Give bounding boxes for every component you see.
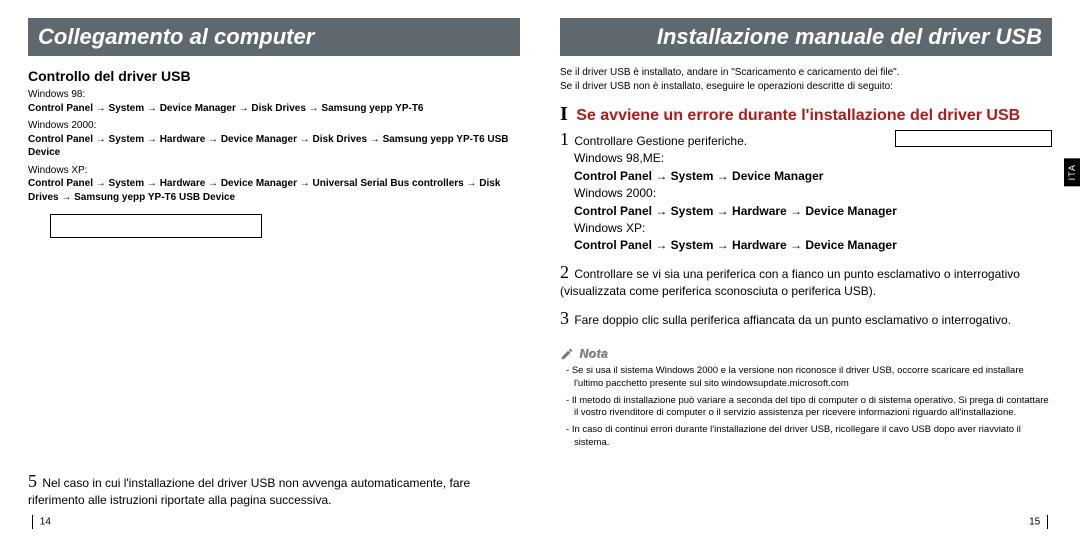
step-3-number: 3 <box>560 309 569 327</box>
step-1: 1 Controllare Gestione periferiche. Wind… <box>560 130 1052 255</box>
step-1-win2000-path: Control Panel → System → Hardware → Devi… <box>574 203 1052 220</box>
top-note: Se il driver USB è installato, andare in… <box>560 66 1052 93</box>
win98-label: Windows 98: <box>28 89 85 100</box>
win98-path: Control Panel → System → Device Manager … <box>28 103 424 114</box>
winxp-path: Control Panel → System → Hardware → Devi… <box>28 178 500 203</box>
note-item-2: Il metodo di installazione può variare a… <box>566 395 1052 421</box>
language-tab: ITA <box>1064 158 1080 186</box>
note-item-1: Se si usa il sistema Windows 2000 e la v… <box>566 365 1052 391</box>
left-page-number: 14 <box>40 517 51 528</box>
error-heading-row: I Se avviene un errore durante l'install… <box>560 103 1052 126</box>
win2000-path: Control Panel → System → Hardware → Devi… <box>28 134 509 159</box>
note-list: Se si usa il sistema Windows 2000 e la v… <box>566 365 1052 454</box>
right-title-bar: Installazione manuale del driver USB <box>560 18 1052 56</box>
winxp-label: Windows XP: <box>28 165 87 176</box>
left-page: Collegamento al computer Controllo del d… <box>28 18 520 529</box>
spacer <box>28 248 520 472</box>
step-5: 5 Nel caso in cui l'installazione del dr… <box>28 472 520 509</box>
divider-line <box>1047 515 1048 529</box>
step-3-text: Fare doppio clic sulla periferica affian… <box>574 313 1011 327</box>
win2000-label: Windows 2000: <box>28 120 96 131</box>
step-1-winxp-path: Control Panel → System → Hardware → Devi… <box>574 237 1052 254</box>
top-note-line-1: Se il driver USB è installato, andare in… <box>560 66 1052 80</box>
top-note-line-2: Se il driver USB non è installato, esegu… <box>560 80 1052 94</box>
step-2-number: 2 <box>560 263 569 281</box>
heading-bar-icon: I <box>560 103 568 125</box>
step-2: 2 Controllare se vi sia una periferica c… <box>560 263 1052 301</box>
right-page: Installazione manuale del driver USB ITA… <box>560 18 1052 529</box>
left-title-bar: Collegamento al computer <box>28 18 520 56</box>
step-1-win98: Windows 98,ME: <box>574 150 1052 167</box>
step-1-wrapper: 1 Controllare Gestione periferiche. Wind… <box>560 126 1052 259</box>
screenshot-placeholder-right <box>895 130 1052 147</box>
note-label: Nota <box>580 347 609 361</box>
step-1-win98-path: Control Panel → System → Device Manager <box>574 168 1052 185</box>
section-heading: Controllo del driver USB <box>28 68 520 84</box>
step-5-number: 5 <box>28 472 37 490</box>
winxp-block: Windows XP: Control Panel → System → Har… <box>28 164 520 205</box>
note-header: Nota <box>560 347 1052 361</box>
note-item-3: In caso di continui errori durante l'ins… <box>566 424 1052 450</box>
win2000-block: Windows 2000: Control Panel → System → H… <box>28 119 520 160</box>
right-page-number-row: 15 <box>560 509 1052 529</box>
manual-page-spread: Collegamento al computer Controllo del d… <box>0 0 1080 539</box>
columns: Collegamento al computer Controllo del d… <box>28 18 1052 529</box>
step-1-number: 1 <box>560 130 569 148</box>
step-2-text: Controllare se vi sia una periferica con… <box>560 267 1020 298</box>
divider-line <box>32 515 33 529</box>
left-page-number-row: 14 <box>28 509 520 529</box>
step-1-winxp: Windows XP: <box>574 220 1052 237</box>
step-5-text: Nel caso in cui l'installazione del driv… <box>28 476 470 507</box>
screenshot-placeholder-left <box>50 214 262 238</box>
error-heading: Se avviene un errore durante l'installaz… <box>576 107 1020 124</box>
step-1-win2000: Windows 2000: <box>574 185 1052 202</box>
step-3: 3 Fare doppio clic sulla periferica affi… <box>560 309 1052 329</box>
step-1-text: Controllare Gestione periferiche. <box>574 134 747 148</box>
win98-block: Windows 98: Control Panel → System → Dev… <box>28 88 520 115</box>
pencil-icon <box>560 347 574 361</box>
right-page-number: 15 <box>1029 517 1040 528</box>
